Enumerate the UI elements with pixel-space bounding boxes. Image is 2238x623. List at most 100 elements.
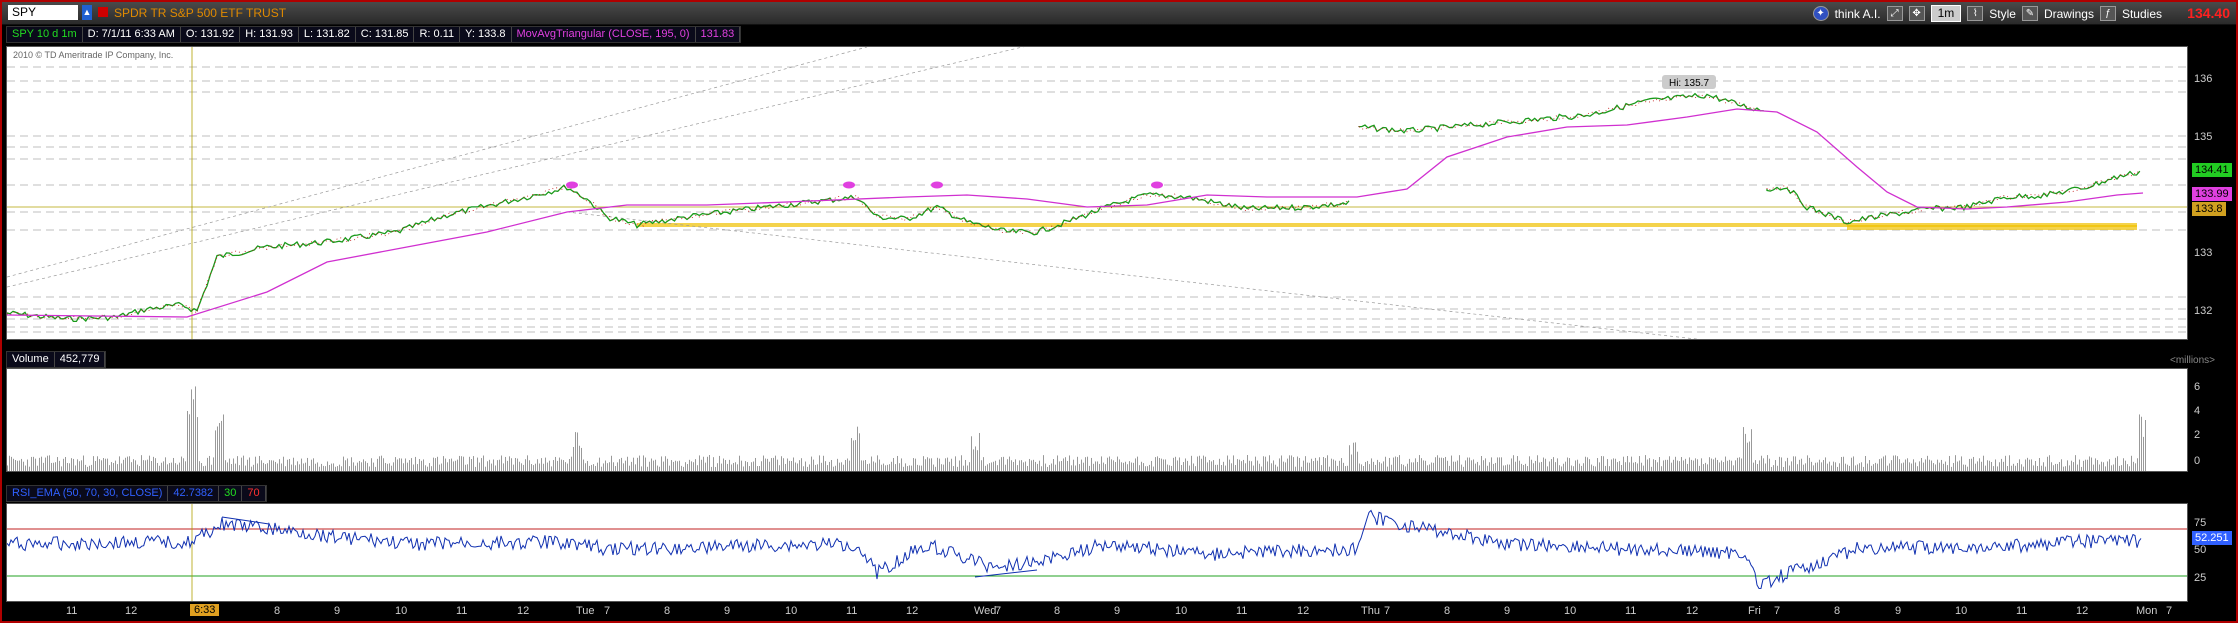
drawings-button[interactable]: Drawings	[2044, 7, 2094, 21]
volume-bar	[509, 456, 510, 471]
style-button[interactable]: Style	[1989, 7, 2016, 21]
volume-bar	[215, 430, 216, 471]
price-axis[interactable]: 136 135 134 133 132 134.41 133.99 133.8	[2190, 46, 2236, 338]
signal-marker[interactable]	[843, 181, 855, 189]
volume-bar	[561, 459, 562, 471]
trend-line[interactable]	[6, 26, 1108, 288]
volume-bar	[1331, 458, 1332, 471]
volume-bar	[427, 466, 428, 471]
volume-bar	[1743, 427, 1744, 471]
volume-bar	[953, 466, 954, 471]
volume-bar	[1481, 455, 1482, 471]
volume-bar	[1979, 458, 1980, 471]
volume-tick: 0	[2194, 455, 2201, 467]
time-tick: 7	[1384, 605, 1391, 617]
volume-bar	[47, 455, 48, 471]
volume-bar	[1211, 461, 1212, 471]
volume-bar	[273, 460, 274, 471]
studies-icon[interactable]: ƒ	[2099, 6, 2116, 21]
volume-bar	[1265, 456, 1266, 471]
think-ai-icon[interactable]: ✦	[1812, 6, 1829, 21]
divergence-line[interactable]	[221, 516, 270, 525]
volume-bar	[1575, 460, 1576, 471]
volume-bar	[197, 417, 198, 471]
volume-bar	[123, 459, 124, 471]
volume-bar	[347, 458, 348, 471]
volume-bar	[1025, 461, 1026, 471]
volume-panel[interactable]	[6, 368, 2188, 472]
rsi-panel[interactable]	[6, 503, 2188, 602]
rsi-chart[interactable]	[6, 504, 2187, 601]
price-panel[interactable]: 2010 © TD Ameritrade IP Company, Inc. Hi…	[6, 26, 2188, 348]
trend-line[interactable]	[6, 46, 868, 278]
time-axis[interactable]: 6:33 11 12 8 9 10 11 12 Tue 7 8 9 10 11 12 Wed 7 8 9 10 11 1…	[6, 602, 2236, 621]
interval-button[interactable]: 1m	[1930, 5, 1962, 22]
volume-bar	[669, 465, 670, 471]
signal-marker[interactable]	[1151, 181, 1163, 189]
style-icon[interactable]: ⌇	[1967, 6, 1984, 21]
volume-bar	[501, 455, 502, 471]
volume-bar	[1277, 466, 1278, 471]
drawings-icon[interactable]: ✎	[2021, 6, 2038, 21]
volume-bar	[681, 465, 682, 471]
trend-line[interactable]	[566, 211, 1768, 348]
volume-bar	[1851, 457, 1852, 471]
volume-chart[interactable]	[7, 369, 2187, 471]
volume-bar	[1929, 459, 1930, 471]
signal-marker[interactable]	[566, 181, 578, 189]
volume-bar	[303, 463, 304, 471]
volume-bar	[707, 456, 708, 471]
volume-bar	[1313, 461, 1314, 471]
volume-bar	[453, 461, 454, 471]
volume-bar	[245, 465, 246, 471]
volume-bar	[1013, 461, 1014, 471]
volume-bar	[33, 456, 34, 471]
volume-bar	[479, 462, 480, 471]
studies-button[interactable]: Studies	[2122, 7, 2162, 21]
price-chart[interactable]: Hi: 135.7	[6, 26, 2187, 348]
volume-bar	[643, 455, 644, 471]
volume-bar	[247, 459, 248, 471]
symbol-dropdown-icon[interactable]: ▲	[82, 5, 92, 20]
volume-bar	[1423, 460, 1424, 471]
volume-bar	[451, 458, 452, 471]
zoom-icon[interactable]: ⤢	[1886, 6, 1903, 21]
volume-bar	[1003, 456, 1004, 471]
price-tick: 135	[2194, 131, 2213, 143]
volume-bar	[2049, 455, 2050, 471]
volume-bar	[1329, 466, 1330, 471]
volume-bar	[1745, 433, 1746, 471]
think-ai-button[interactable]: think A.I.	[1835, 7, 1881, 21]
volume-bar	[111, 462, 112, 471]
volume-bar	[663, 461, 664, 471]
volume-bar	[1473, 459, 1474, 471]
pan-icon[interactable]: ✥	[1908, 6, 1925, 21]
volume-bar	[741, 460, 742, 471]
volume-bar	[307, 457, 308, 471]
volume-bar	[57, 457, 58, 471]
volume-bar	[1403, 464, 1404, 471]
volume-bar	[2013, 463, 2014, 471]
volume-bar	[1371, 458, 1372, 471]
volume-bar	[867, 464, 868, 471]
volume-bar	[513, 464, 514, 471]
volume-bar	[385, 462, 386, 471]
volume-bar	[817, 464, 818, 471]
symbol-input[interactable]: SPY	[8, 5, 78, 20]
volume-bar	[227, 462, 228, 471]
volume-bar	[441, 463, 442, 471]
volume-bar	[1895, 455, 1896, 471]
volume-bar	[1521, 463, 1522, 471]
last-price-badge: 134.41	[2192, 163, 2232, 177]
signal-marker[interactable]	[931, 181, 943, 189]
volume-bar	[1041, 466, 1042, 471]
volume-bar	[163, 461, 164, 471]
volume-bar	[585, 463, 586, 471]
volume-bar	[1123, 462, 1124, 471]
volume-bar	[1169, 465, 1170, 471]
volume-bar	[9, 455, 10, 471]
volume-bar	[1001, 457, 1002, 471]
volume-bar	[17, 460, 18, 471]
volume-bar	[1739, 457, 1740, 471]
volume-bar	[1587, 457, 1588, 471]
